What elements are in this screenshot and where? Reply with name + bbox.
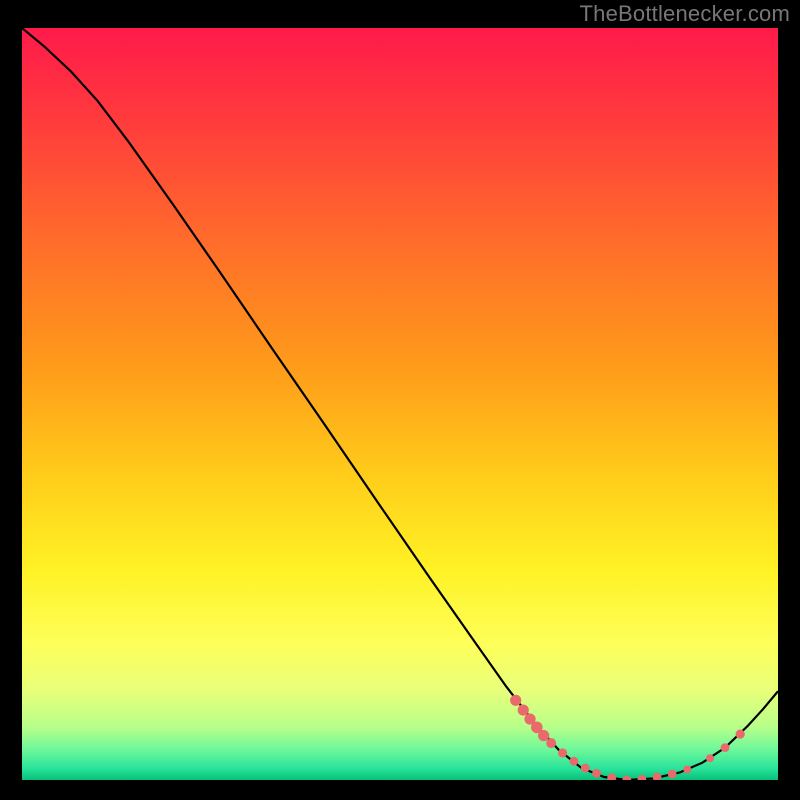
curve-marker <box>592 769 601 778</box>
curve-marker <box>538 730 549 741</box>
attribution-label: TheBottlenecker.com <box>580 1 790 27</box>
chart-svg <box>22 28 778 780</box>
curve-marker <box>683 765 691 773</box>
chart-background <box>22 28 778 780</box>
curve-marker <box>736 730 745 739</box>
curve-marker <box>546 738 556 748</box>
curve-marker <box>721 743 730 752</box>
curve-marker <box>518 704 529 715</box>
curve-marker <box>510 695 521 706</box>
curve-marker <box>668 770 677 779</box>
curve-marker <box>581 764 590 773</box>
plot-area <box>22 28 778 780</box>
curve-marker <box>569 757 578 766</box>
frame: TheBottlenecker.com <box>0 0 800 800</box>
curve-marker <box>706 754 714 762</box>
curve-marker <box>558 748 567 757</box>
